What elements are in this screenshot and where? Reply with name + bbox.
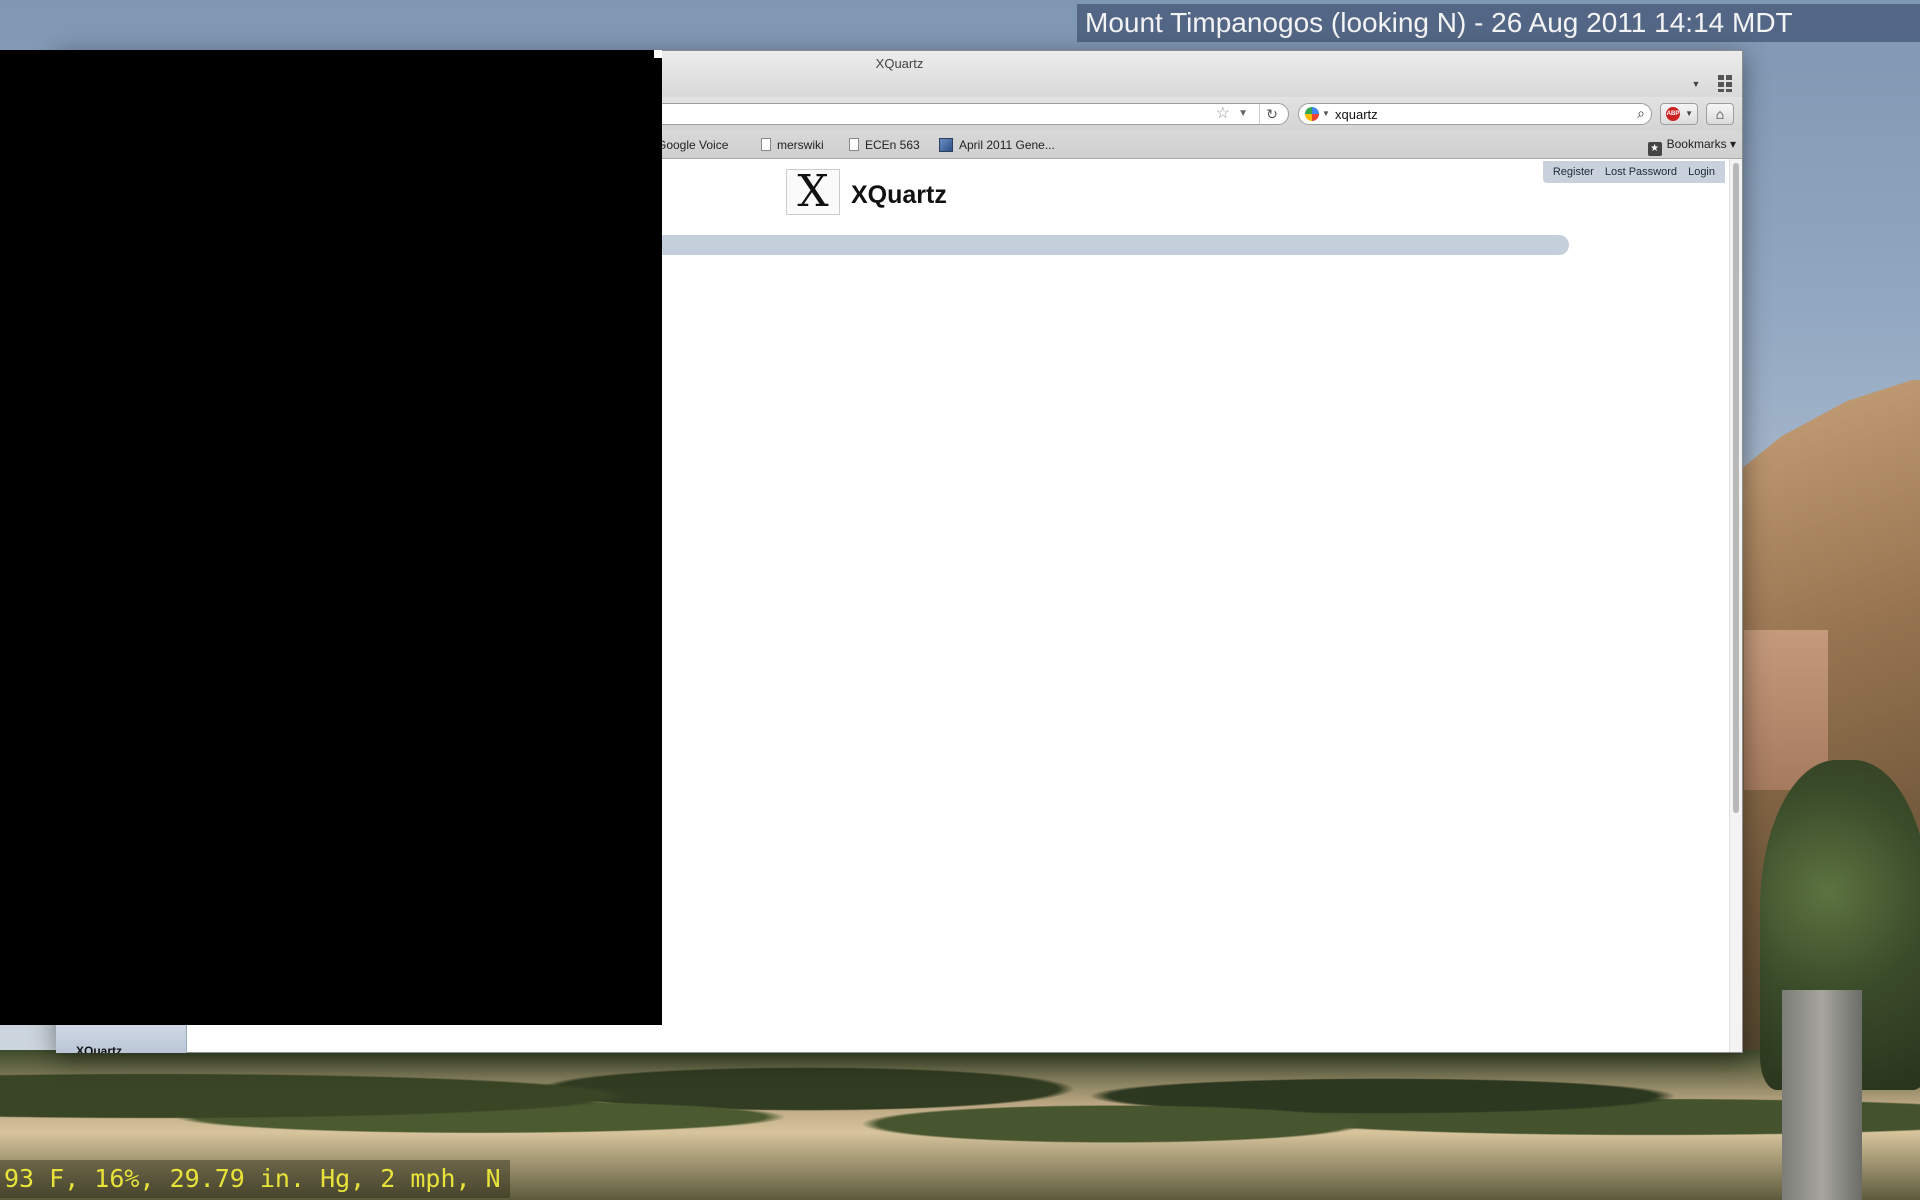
home-icon[interactable]: ⌂ — [1706, 103, 1734, 125]
reload-icon[interactable]: ↻ — [1259, 104, 1284, 124]
scroll-thumb[interactable] — [1733, 163, 1739, 813]
bookmark-ecen-563[interactable]: ECEn 563 — [849, 137, 920, 153]
history-dropdown-icon[interactable]: ▼ — [1238, 108, 1248, 119]
image-icon — [939, 138, 953, 152]
grid-icon[interactable] — [1718, 75, 1736, 93]
chevron-down-icon: ▼ — [1685, 109, 1693, 118]
bookmark-label: ECEn 563 — [865, 138, 920, 152]
site-logo[interactable]: X — [786, 169, 840, 215]
bookmark-merswiki[interactable]: merswiki — [761, 137, 824, 153]
window-corner — [654, 50, 662, 58]
bookmark-google-voice[interactable]: Google Voice — [657, 137, 728, 153]
register-link[interactable]: Register — [1553, 166, 1594, 178]
bookmarks-menu-label: Bookmarks — [1666, 137, 1727, 151]
star-icon[interactable]: ☆ — [1216, 106, 1230, 122]
black-window[interactable] — [0, 50, 662, 1025]
webcam-caption: Mount Timpanogos (looking N) - 26 Aug 20… — [1077, 4, 1920, 42]
tab-xquartz[interactable]: XQuartz — [56, 1025, 187, 1053]
bookmark-label: April 2011 Gene... — [959, 138, 1055, 152]
chevron-down-icon[interactable]: ▼ — [1688, 77, 1704, 91]
site-nav-bar — [612, 235, 1569, 255]
trees — [0, 1040, 1920, 1180]
login-link[interactable]: Login — [1688, 166, 1715, 178]
adblock-button[interactable]: ABP ▼ — [1660, 103, 1698, 125]
site-title[interactable]: XQuartz — [851, 181, 947, 210]
user-links: Register Lost Password Login — [1542, 161, 1725, 183]
pole — [1782, 990, 1862, 1200]
vertical-scrollbar[interactable] — [1729, 159, 1742, 1052]
search-bar[interactable]: ▼ ⌕ — [1298, 103, 1652, 125]
page-icon — [761, 138, 771, 151]
weather-readout: 93 F, 16%, 29.79 in. Hg, 2 mph, N — [0, 1160, 510, 1198]
lost-password-link[interactable]: Lost Password — [1605, 166, 1677, 178]
bookmark-label: merswiki — [777, 138, 824, 152]
tab-label: XQuartz — [76, 1044, 123, 1053]
bookmarks-menu-button[interactable]: ★ Bookmarks ▾ — [1647, 137, 1736, 156]
bookmark-label: Google Voice — [657, 138, 729, 152]
page-icon — [849, 138, 859, 151]
search-icon[interactable]: ⌕ — [1637, 105, 1645, 122]
bookmarks-star-icon: ★ — [1647, 142, 1662, 156]
bookmark-april-2011[interactable]: April 2011 Gene... — [939, 137, 1055, 153]
search-engine-icon[interactable] — [1305, 107, 1319, 121]
search-input[interactable] — [1335, 106, 1615, 122]
chevron-down-icon[interactable]: ▼ — [1322, 109, 1330, 118]
adblock-icon: ABP — [1666, 107, 1680, 121]
